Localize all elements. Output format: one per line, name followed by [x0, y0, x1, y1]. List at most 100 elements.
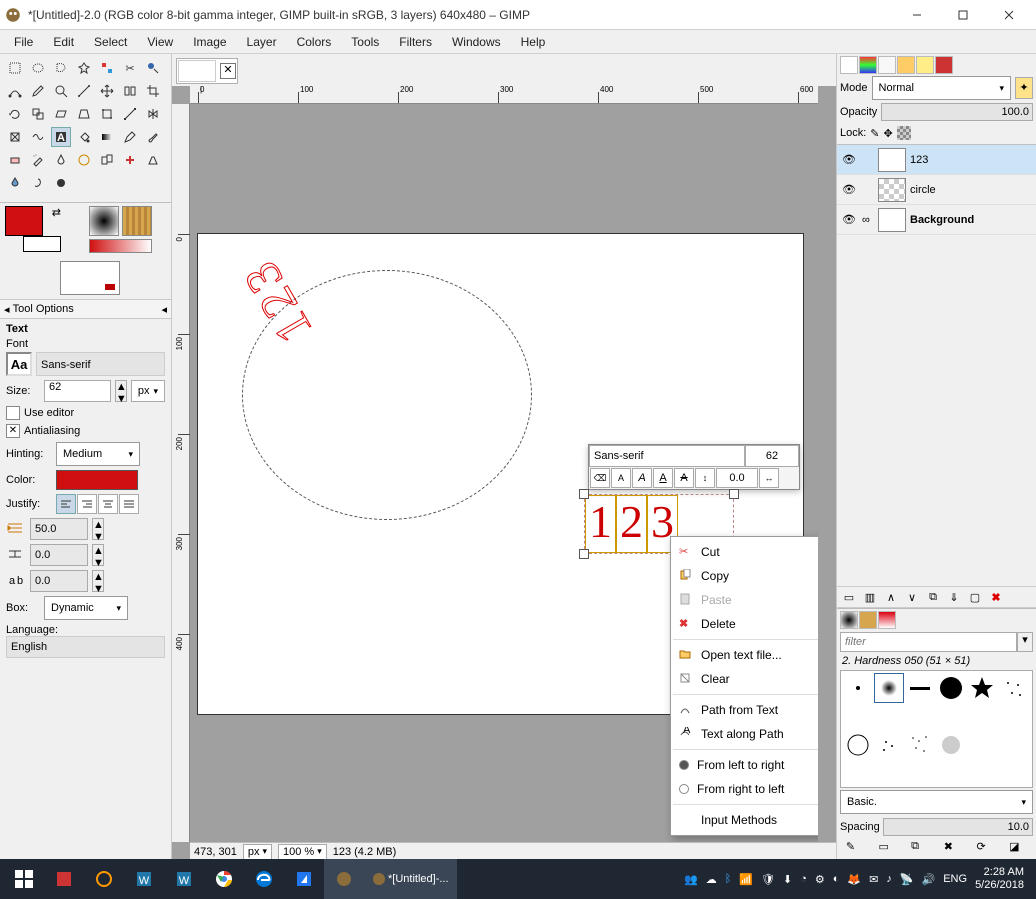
- layer-name[interactable]: circle: [910, 184, 936, 196]
- patterns-tab-icon[interactable]: [859, 611, 877, 629]
- brush-item[interactable]: [843, 673, 873, 703]
- tray-icon[interactable]: 🦊: [847, 873, 861, 886]
- menu-colors[interactable]: Colors: [287, 32, 342, 52]
- layer-name[interactable]: 123: [910, 154, 928, 166]
- tool-rect-select[interactable]: [5, 58, 25, 78]
- taskbar-app-icon[interactable]: [44, 859, 84, 899]
- text-handle[interactable]: [579, 489, 589, 499]
- tool-heal[interactable]: [120, 150, 140, 170]
- canvas-viewport[interactable]: 123 Sans-serif 62 ⌫ A A A A ↕ 0.0 ↔: [190, 104, 818, 842]
- tool-perspective[interactable]: [74, 104, 94, 124]
- justify-right-button[interactable]: [77, 494, 97, 514]
- visibility-icon[interactable]: 👁: [840, 153, 858, 166]
- line-spacing-spinner[interactable]: ▲▼: [92, 544, 104, 566]
- tool-shear[interactable]: [51, 104, 71, 124]
- brush-item[interactable]: [967, 673, 997, 703]
- line-spacing-input[interactable]: 0.0: [30, 544, 88, 566]
- tool-handle[interactable]: [120, 104, 140, 124]
- tool-eraser[interactable]: [5, 150, 25, 170]
- size-spinner[interactable]: ▲▼: [115, 380, 127, 402]
- ctx-open-text-file[interactable]: Open text file...: [671, 643, 818, 667]
- tray-icon[interactable]: ◔: [800, 873, 807, 885]
- menu-layer[interactable]: Layer: [237, 32, 287, 52]
- brush-item[interactable]: [936, 673, 966, 703]
- tool-scale[interactable]: [28, 104, 48, 124]
- tray-language[interactable]: ENG: [943, 873, 967, 885]
- ctx-text-along-path[interactable]: AText along Path: [671, 722, 818, 746]
- blend-mode-select[interactable]: Normal▾: [872, 76, 1011, 100]
- tool-ellipse-select[interactable]: [28, 58, 48, 78]
- menu-image[interactable]: Image: [183, 32, 236, 52]
- taskbar-app-icon[interactable]: W: [124, 859, 164, 899]
- menu-tools[interactable]: Tools: [341, 32, 389, 52]
- filter-options-button[interactable]: ▾: [1017, 632, 1033, 652]
- ctx-rtl[interactable]: From right to left: [671, 777, 818, 801]
- brush-item[interactable]: [936, 730, 966, 760]
- tool-zoom[interactable]: [51, 81, 71, 101]
- layer-row[interactable]: 👁 ∞ Background: [837, 205, 1036, 235]
- popup-italic-button[interactable]: A: [632, 468, 652, 488]
- ctx-paste[interactable]: Paste: [671, 588, 818, 612]
- tool-smudge[interactable]: [28, 173, 48, 193]
- box-mode-select[interactable]: Dynamic▾: [44, 596, 128, 620]
- tool-warp[interactable]: [28, 127, 48, 147]
- edit-brush-button[interactable]: ✎: [846, 840, 864, 856]
- tool-clone[interactable]: [97, 150, 117, 170]
- ctx-ltr[interactable]: From left to right: [671, 753, 818, 777]
- tool-cage[interactable]: [5, 127, 25, 147]
- popup-baseline-input[interactable]: 0.0: [716, 468, 758, 488]
- tray-icon[interactable]: ☁: [706, 873, 717, 886]
- layer-row[interactable]: 👁 123: [837, 145, 1036, 175]
- tool-flip[interactable]: [143, 104, 163, 124]
- ctx-clear[interactable]: Clear: [671, 667, 818, 691]
- window-minimize-button[interactable]: [894, 0, 940, 30]
- menu-edit[interactable]: Edit: [43, 32, 84, 52]
- use-editor-checkbox[interactable]: [6, 406, 20, 420]
- taskbar-app-icon[interactable]: [284, 859, 324, 899]
- window-maximize-button[interactable]: [940, 0, 986, 30]
- lower-layer-button[interactable]: ∨: [903, 589, 921, 605]
- popup-bold-button[interactable]: A: [611, 468, 631, 488]
- tab-layers-icon[interactable]: [840, 56, 858, 74]
- tray-wifi-icon[interactable]: 📡: [900, 873, 914, 886]
- indent-input[interactable]: 50.0: [30, 518, 88, 540]
- document-tab[interactable]: ✕: [176, 58, 238, 84]
- delete-brush-button[interactable]: ✖: [944, 840, 962, 856]
- size-unit-select[interactable]: px▾: [131, 380, 165, 402]
- taskbar-chrome-icon[interactable]: [204, 859, 244, 899]
- letter-spacing-spinner[interactable]: ▲▼: [92, 570, 104, 592]
- tray-icon[interactable]: ✉: [869, 873, 878, 886]
- window-close-button[interactable]: [986, 0, 1032, 30]
- pattern-indicator[interactable]: [122, 206, 152, 236]
- popup-size-input[interactable]: 62: [745, 445, 799, 467]
- tab-undo-icon[interactable]: [897, 56, 915, 74]
- brush-filter-input[interactable]: [840, 632, 1017, 652]
- popup-font-input[interactable]: Sans-serif: [589, 445, 745, 467]
- tool-mypaint[interactable]: [74, 150, 94, 170]
- tray-people-icon[interactable]: 👥: [684, 873, 698, 886]
- tool-paintbrush[interactable]: [143, 127, 163, 147]
- menu-select[interactable]: Select: [84, 32, 137, 52]
- tray-icon[interactable]: ⚙: [815, 873, 825, 886]
- font-name-input[interactable]: Sans-serif: [36, 352, 165, 376]
- lock-position-icon[interactable]: ✥: [884, 127, 893, 140]
- fg-color-swatch[interactable]: [5, 206, 43, 236]
- tool-foreground[interactable]: [143, 58, 163, 78]
- taskbar-edge-icon[interactable]: [244, 859, 284, 899]
- tool-unified[interactable]: [97, 104, 117, 124]
- taskbar-gimp-window[interactable]: *[Untitled]-...: [364, 859, 457, 899]
- popup-strike-button[interactable]: A: [674, 468, 694, 488]
- brush-item[interactable]: [905, 730, 935, 760]
- tab-paths-icon[interactable]: [878, 56, 896, 74]
- mask-button[interactable]: ▢: [966, 589, 984, 605]
- brush-item[interactable]: [874, 673, 904, 703]
- lock-alpha-icon[interactable]: [897, 126, 911, 140]
- visibility-icon[interactable]: 👁: [840, 183, 858, 196]
- active-image-thumb[interactable]: [60, 261, 120, 295]
- tool-scissors[interactable]: ✂: [120, 58, 140, 78]
- merge-down-button[interactable]: ⇓: [945, 589, 963, 605]
- tool-options-header[interactable]: ◂ Tool Options◂: [0, 299, 171, 319]
- menu-view[interactable]: View: [137, 32, 183, 52]
- tray-network-icon[interactable]: 📶: [739, 873, 753, 886]
- vertical-ruler[interactable]: 0 100 200 300 400: [172, 104, 190, 842]
